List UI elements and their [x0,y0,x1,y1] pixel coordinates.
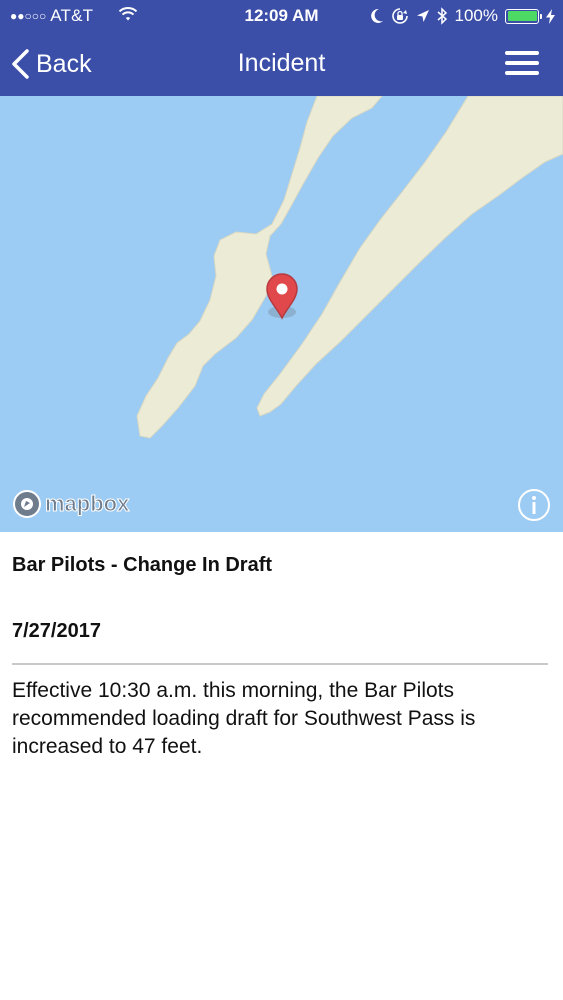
incident-details: Bar Pilots - Change In Draft 7/27/2017 E… [0,532,563,1000]
incident-map[interactable]: mapbox [0,96,563,532]
mapbox-logo[interactable]: mapbox [12,489,130,519]
charging-icon [546,8,555,24]
bluetooth-icon [437,7,447,25]
navigation-bar: Back Incident [0,32,563,96]
island-west [136,96,383,439]
page-title: Incident [237,49,326,77]
mapbox-attribution: mapbox [44,491,130,517]
hamburger-menu-icon[interactable] [505,50,539,76]
location-icon [416,10,429,22]
moon-icon [370,8,383,23]
orientation-lock-icon [391,8,408,24]
battery-percent: 100% [454,6,498,25]
divider [12,663,548,665]
map-pin-icon[interactable] [264,272,300,320]
battery-fill [507,11,537,21]
top-bar: ●●○○○ AT&T 12:09 AM 100% Back Incident [0,0,563,96]
incident-headline: Bar Pilots - Change In Draft [12,554,273,576]
status-right: 100% [370,5,555,27]
incident-description: Effective 10:30 a.m. this morning, the B… [12,679,476,758]
mapbox-logo-icon [13,490,41,518]
info-icon[interactable] [517,488,551,522]
incident-date: 7/27/2017 [12,620,101,642]
status-bar: ●●○○○ AT&T 12:09 AM 100% [0,0,563,32]
battery-icon [505,8,542,24]
